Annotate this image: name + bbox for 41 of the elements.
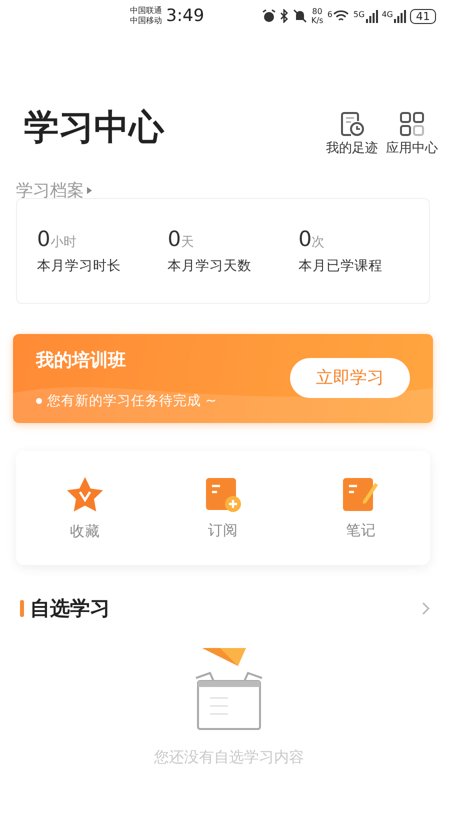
wifi-label: 6 — [327, 10, 332, 18]
section-title: 自选学习 — [30, 595, 110, 622]
network-type: 5G — [353, 10, 365, 18]
document-add-icon — [205, 476, 241, 512]
signal-icon — [366, 10, 378, 22]
stat-label: 本月学习天数 — [168, 257, 253, 275]
chevron-right-icon[interactable] — [422, 602, 430, 615]
muted-bell-icon — [293, 9, 308, 23]
accent-bar — [20, 600, 24, 617]
study-now-button[interactable]: 立即学习 — [290, 358, 410, 398]
signal-icon — [394, 10, 406, 22]
carrier-name: 中国联通 — [130, 6, 162, 16]
bluetooth-icon — [280, 9, 290, 23]
stat-value: 0次 — [298, 227, 326, 251]
network-type: 4G — [382, 10, 393, 18]
note-pencil-icon — [342, 476, 380, 512]
wifi-icon — [333, 10, 350, 22]
shortcut-item[interactable]: 订阅 — [154, 476, 292, 540]
banner-title: 我的培训班 — [36, 348, 127, 372]
stat-value: 0小时 — [37, 227, 78, 251]
carrier-name: 中国移动 — [130, 16, 162, 26]
star-icon — [65, 476, 105, 514]
stat-label: 本月学习时长 — [37, 257, 122, 275]
network-speed: 80 — [312, 7, 322, 16]
stat-value: 0天 — [168, 227, 196, 251]
shortcut-item[interactable]: 笔记 — [292, 476, 430, 540]
shortcut-item[interactable]: 收藏 — [16, 474, 154, 542]
bullet-icon — [36, 398, 42, 404]
caret-icon — [87, 187, 92, 194]
alarm-icon — [262, 9, 276, 23]
header-action[interactable]: 我的足迹 — [322, 111, 382, 157]
banner-subtitle: 您有新的学习任务待完成 ~ — [47, 392, 217, 410]
battery-level: 41 — [410, 8, 436, 24]
clock-time: 3:49 — [166, 6, 204, 26]
grid-icon — [399, 111, 425, 137]
history-icon — [339, 111, 365, 137]
stat-label: 本月已学课程 — [298, 257, 384, 275]
header-action[interactable]: 应用中心 — [382, 111, 442, 157]
page-title: 学习中心 — [24, 107, 164, 150]
section-title: 学习档案 — [16, 180, 84, 202]
network-speed-unit: K/s — [311, 16, 324, 25]
